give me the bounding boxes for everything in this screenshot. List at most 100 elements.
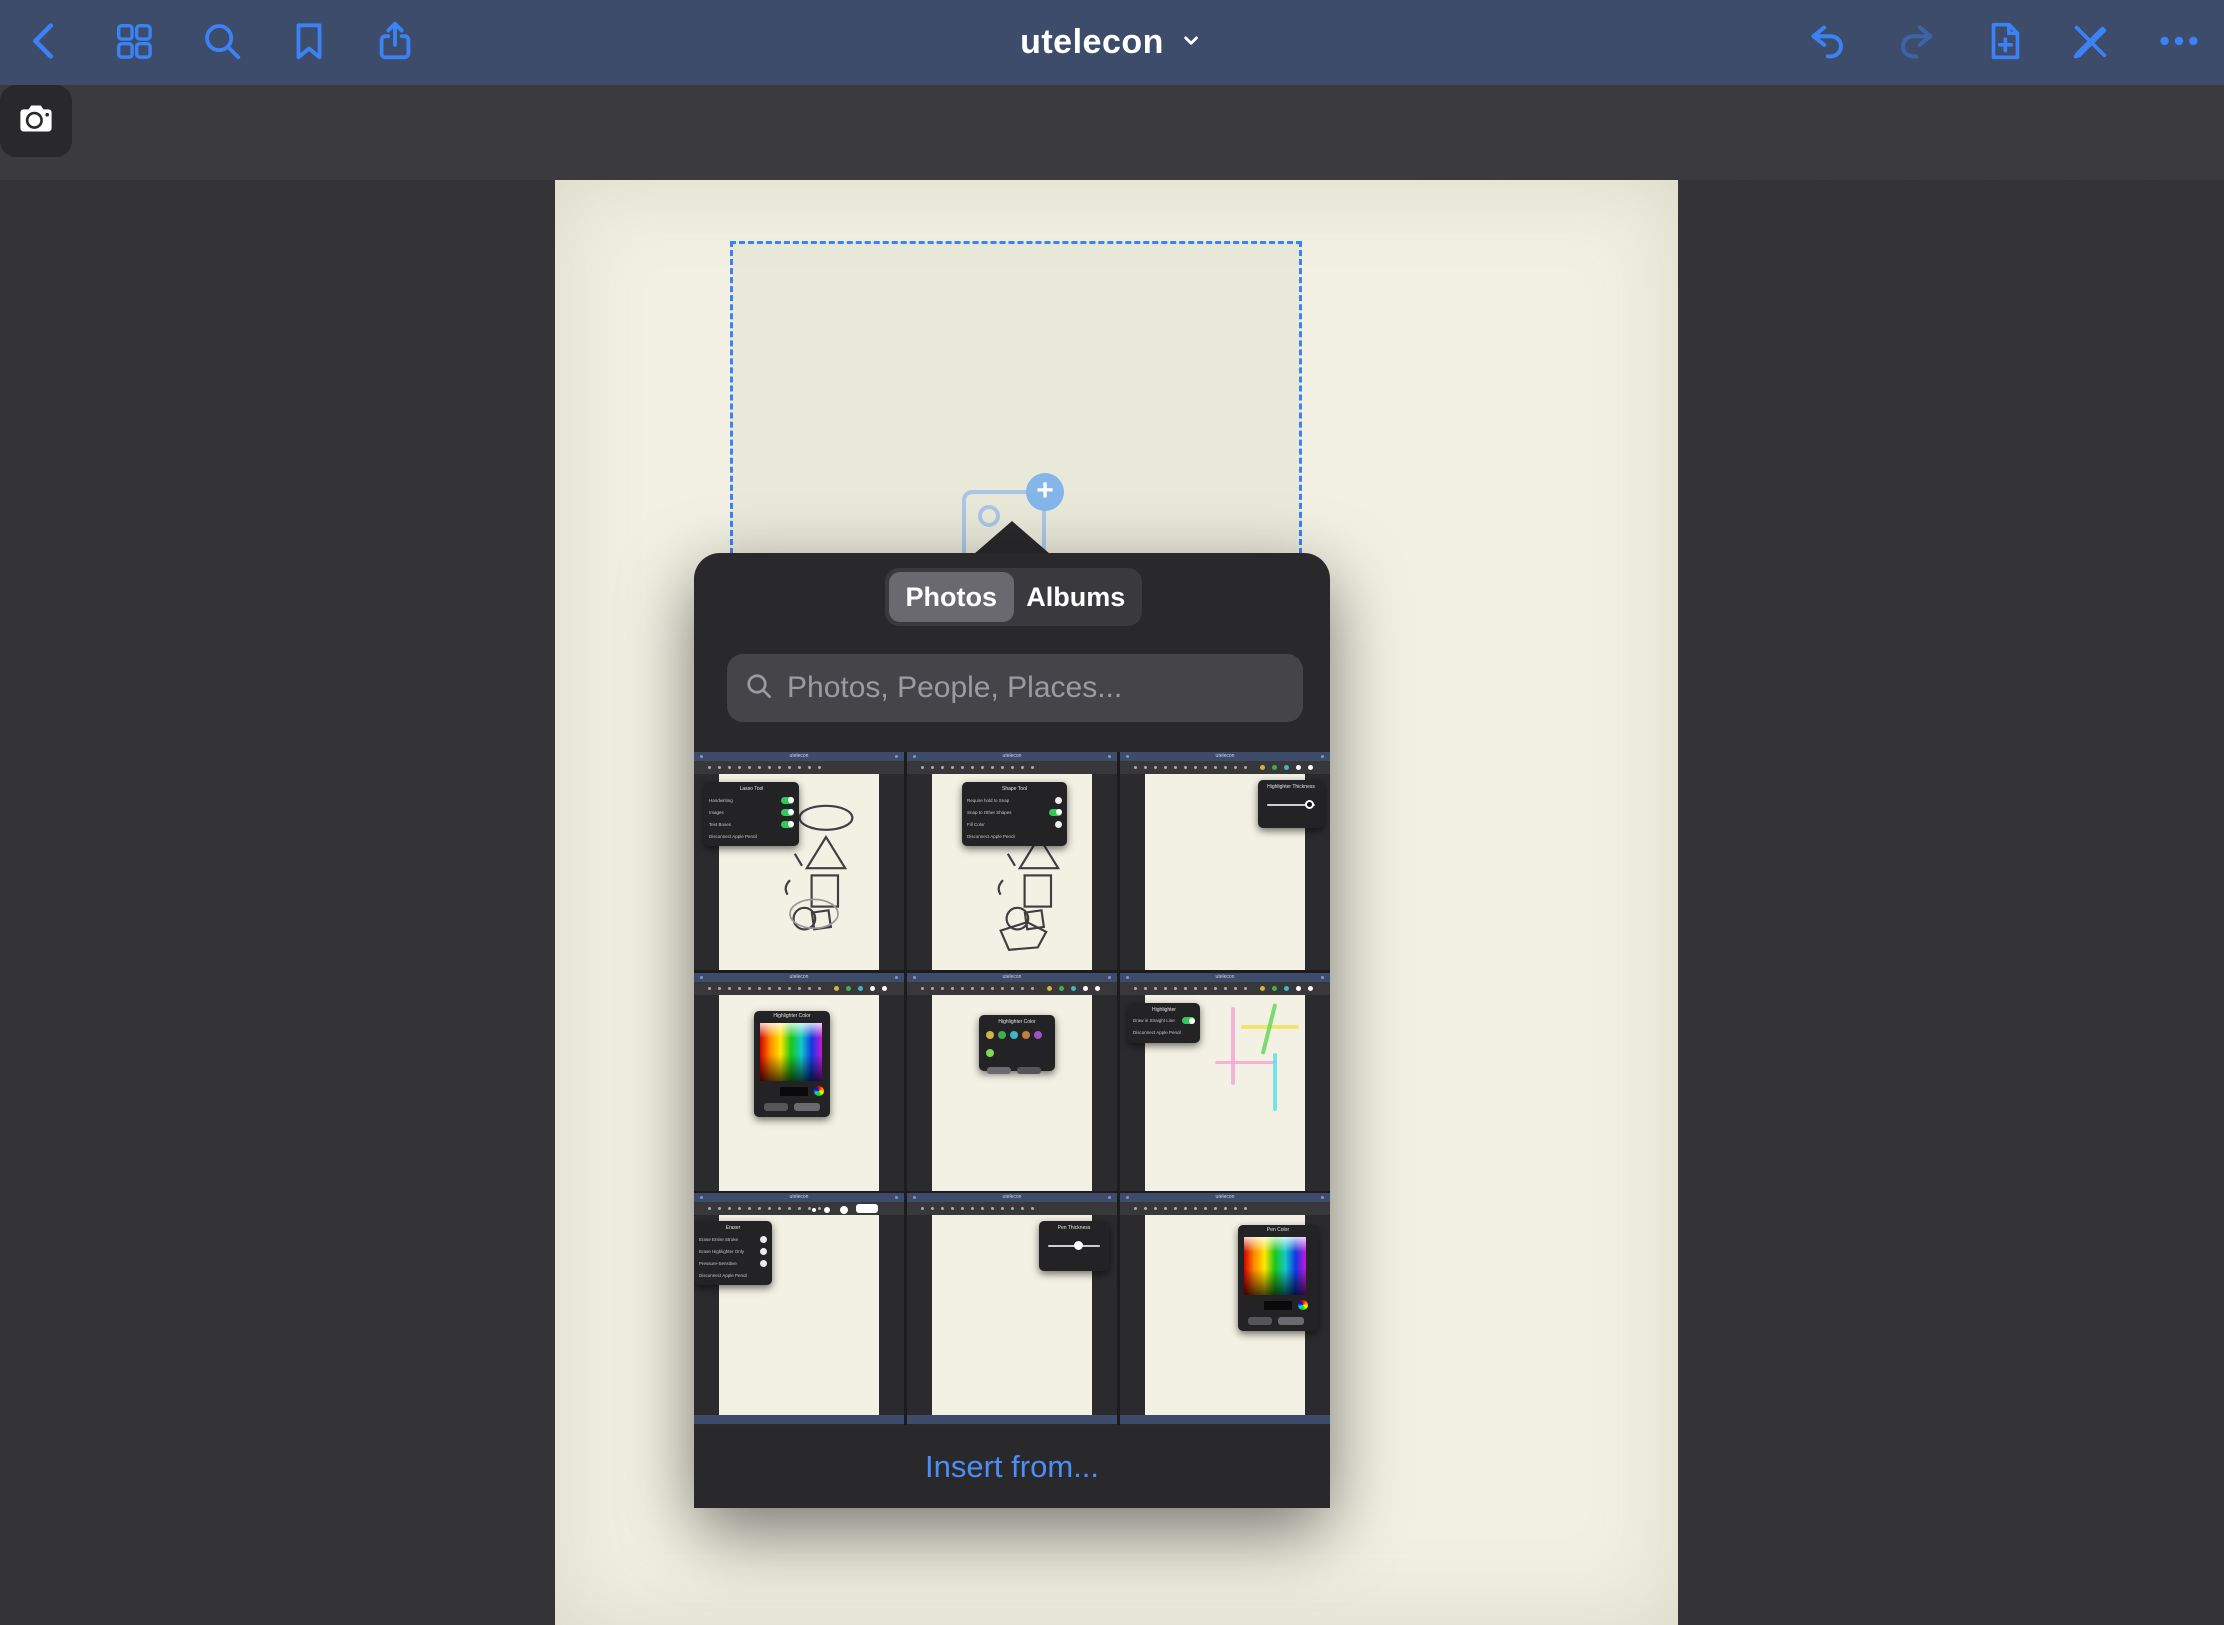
- mini-tool-dot: [1224, 987, 1227, 990]
- mini-nav-dot: [913, 1196, 916, 1199]
- redo-button[interactable]: [1886, 10, 1948, 74]
- mini-popover: Pen Thickness: [1039, 1221, 1109, 1271]
- mini-color-dot: [1308, 986, 1313, 991]
- mini-toolbar: [694, 761, 904, 774]
- mini-button: [764, 1103, 788, 1111]
- insert-from-label: Insert from...: [925, 1449, 1099, 1485]
- mini-color-wheel: [814, 1086, 824, 1096]
- mini-toggle-on: [781, 821, 794, 828]
- mini-popover-title: Highlighter Thickness: [1263, 784, 1319, 790]
- readonly-pencil-button[interactable]: [2059, 10, 2121, 74]
- tab-photos[interactable]: Photos: [889, 572, 1014, 622]
- mini-tool-dot: [941, 987, 944, 990]
- add-page-icon: [1982, 18, 2028, 67]
- placeholder-plus-badge: +: [1026, 473, 1064, 511]
- mini-nav-dot: [1321, 1196, 1324, 1199]
- mini-navbar: [1120, 1415, 1330, 1424]
- mini-tool-dot: [1204, 1207, 1207, 1210]
- mini-thickness-slider[interactable]: [1267, 804, 1315, 806]
- mini-tool-dot: [1234, 1207, 1237, 1210]
- mini-hex-field: [780, 1087, 808, 1096]
- mini-popover-title: Shape Tool: [967, 786, 1062, 792]
- mini-tool-dot: [1244, 987, 1247, 990]
- mini-tool-dot: [778, 766, 781, 769]
- mini-toggle-on: [781, 797, 794, 804]
- undo-button[interactable]: [1796, 10, 1858, 74]
- mini-tool-dot: [1134, 987, 1137, 990]
- mini-tool-dot: [1001, 987, 1004, 990]
- mini-tool-dot: [758, 987, 761, 990]
- mini-popover-label: Draw in Straight Line: [1133, 1018, 1175, 1023]
- mini-tool-dot: [981, 987, 984, 990]
- insert-from-button[interactable]: Insert from...: [694, 1425, 1330, 1508]
- mini-button: [1248, 1317, 1272, 1325]
- photo-thumbnail[interactable]: uteleconHighlighter Color: [907, 973, 1117, 1191]
- mini-size-dot: [824, 1207, 830, 1213]
- mini-popover: Highlighter Thickness: [1258, 780, 1324, 828]
- mini-navbar: utelecon: [1120, 1193, 1330, 1202]
- mini-tool-dot: [778, 987, 781, 990]
- photo-thumbnail[interactable]: uteleconHighlighterDraw in Straight Line…: [1120, 973, 1330, 1191]
- mini-tool-dot: [1244, 1207, 1247, 1210]
- mini-navbar: [694, 1415, 904, 1424]
- share-button[interactable]: [364, 10, 426, 74]
- undo-icon: [1804, 18, 1850, 67]
- photo-thumbnail[interactable]: utelecon Shape ToolRequire hold to SnapS…: [907, 752, 1117, 970]
- mini-tool-dot: [1021, 987, 1024, 990]
- back-button[interactable]: [14, 10, 76, 74]
- mini-tool-dot: [1011, 1207, 1014, 1210]
- mini-color-dot: [882, 986, 887, 991]
- photo-thumbnail-partial: [694, 1411, 904, 1425]
- mini-toggle-off: [1055, 797, 1062, 804]
- photo-thumbnail[interactable]: uteleconPen Color: [1120, 1193, 1330, 1411]
- more-button[interactable]: [2148, 10, 2210, 74]
- mini-tool-dot: [818, 987, 821, 990]
- mini-tool-dot: [1184, 766, 1187, 769]
- mini-tool-dot: [808, 766, 811, 769]
- photo-thumbnail[interactable]: utelecon Pen Thickness: [907, 1193, 1117, 1411]
- add-page-button[interactable]: [1974, 10, 2036, 74]
- tab-albums[interactable]: Albums: [1014, 572, 1139, 622]
- mini-tool-dot: [961, 766, 964, 769]
- mini-tool-dot: [778, 1207, 781, 1210]
- mini-tool-dot: [808, 1207, 811, 1210]
- bookmark-button[interactable]: [278, 10, 340, 74]
- photos-search-field[interactable]: Photos, People, Places...: [727, 654, 1303, 722]
- mini-navbar: utelecon: [907, 1193, 1117, 1202]
- photo-thumbnail[interactable]: utelecon Lasso ToolHandwritingImagesText…: [694, 752, 904, 970]
- mini-color-dot: [846, 986, 851, 991]
- photo-thumbnail[interactable]: uteleconHighlighter Thickness: [1120, 752, 1330, 970]
- thumbnails-grid-button[interactable]: [103, 10, 165, 74]
- mini-tool-dot: [718, 766, 721, 769]
- mini-nav-dot: [1321, 755, 1324, 758]
- mini-toolbar: [907, 761, 1117, 774]
- mini-tool-dot: [768, 1207, 771, 1210]
- mini-popover-row: Handwriting: [709, 794, 794, 806]
- mini-color-picker: [760, 1023, 822, 1081]
- mini-thickness-slider[interactable]: [1048, 1245, 1100, 1247]
- photo-thumbnail[interactable]: uteleconHighlighter Color: [694, 973, 904, 1191]
- mini-tool-dot: [728, 1207, 731, 1210]
- search-icon: [743, 670, 775, 707]
- mini-tool-dot: [1214, 987, 1217, 990]
- mini-tool-dot: [1001, 1207, 1004, 1210]
- mini-tool-dot: [818, 1207, 821, 1210]
- mini-color-dot: [1095, 986, 1100, 991]
- mini-toolbar: [907, 1202, 1117, 1215]
- document-title-button[interactable]: utelecon: [1020, 0, 1204, 85]
- camera-button[interactable]: [0, 85, 72, 157]
- mini-tool-dot: [1134, 1207, 1137, 1210]
- mini-popover-row: Require hold to Snap: [967, 794, 1062, 806]
- photo-thumbnail[interactable]: uteleconEraserErase Entire StrokeErase H…: [694, 1193, 904, 1411]
- mini-popover-label: Disconnect Apple Pencil: [699, 1273, 747, 1278]
- mini-popover-title: Highlighter Color: [984, 1019, 1050, 1025]
- mini-tool-dot: [798, 1207, 801, 1210]
- mini-color-dot: [858, 986, 863, 991]
- photo-thumbnail-partial: [907, 1411, 1117, 1425]
- mini-highlight-stroke: [1273, 1053, 1277, 1111]
- search-button[interactable]: [191, 10, 253, 74]
- mini-nav-dot: [700, 976, 703, 979]
- mini-tool-dot: [1154, 766, 1157, 769]
- mini-tool-dot: [1031, 1207, 1034, 1210]
- mini-popover-label: Handwriting: [709, 798, 733, 803]
